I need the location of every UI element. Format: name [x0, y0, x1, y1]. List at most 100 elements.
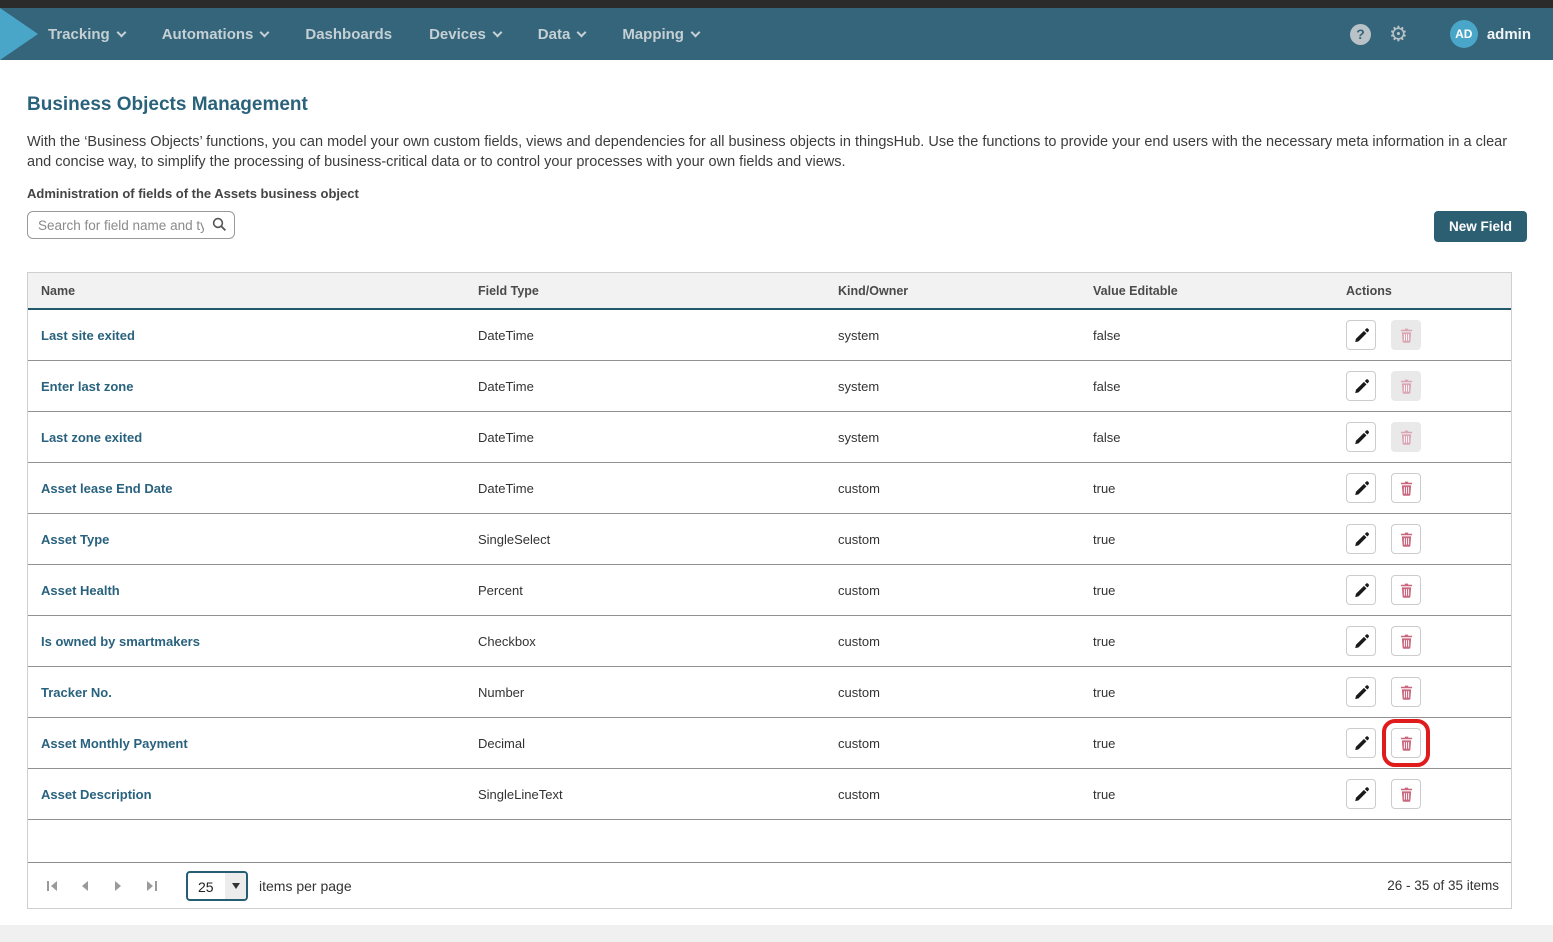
pencil-icon — [1354, 430, 1369, 445]
pencil-icon — [1354, 634, 1369, 649]
edit-button[interactable] — [1346, 779, 1376, 809]
nav-item-devices[interactable]: Devices — [429, 26, 501, 43]
last-page-button[interactable] — [139, 874, 163, 898]
field-name-link[interactable]: Is owned by smartmakers — [41, 634, 200, 649]
help-icon[interactable]: ? — [1350, 24, 1371, 45]
search-box — [27, 211, 235, 239]
pencil-icon — [1354, 736, 1369, 751]
delete-button[interactable] — [1391, 473, 1421, 503]
delete-button[interactable] — [1391, 677, 1421, 707]
edit-button[interactable] — [1346, 575, 1376, 605]
edit-button[interactable] — [1346, 677, 1376, 707]
prev-page-icon — [80, 881, 90, 891]
table-row: Last zone exited DateTime system false — [28, 412, 1511, 463]
field-type-cell: Decimal — [465, 736, 825, 751]
delete-button — [1391, 371, 1421, 401]
value-editable-cell: true — [1080, 634, 1333, 649]
table-row: Asset Monthly Payment Decimal custom tru… — [28, 718, 1511, 769]
search-icon[interactable] — [212, 217, 227, 232]
kind-owner-cell: custom — [825, 634, 1080, 649]
column-header-name: Name — [28, 284, 465, 298]
value-editable-cell: true — [1080, 481, 1333, 496]
pagination-range-label: 26 - 35 of 35 items — [1387, 878, 1499, 893]
avatar[interactable]: AD — [1450, 20, 1478, 48]
select-caret-icon — [225, 873, 246, 899]
nav-item-data[interactable]: Data — [538, 26, 586, 43]
field-name-link[interactable]: Asset lease End Date — [41, 481, 173, 496]
nav-item-automations[interactable]: Automations — [162, 26, 269, 43]
nav-item-dashboards[interactable]: Dashboards — [305, 26, 392, 43]
table-empty-space — [28, 820, 1511, 863]
field-type-cell: Number — [465, 685, 825, 700]
edit-button[interactable] — [1346, 422, 1376, 452]
pencil-icon — [1354, 328, 1369, 343]
edit-button[interactable] — [1346, 524, 1376, 554]
items-per-page-select[interactable]: 25 — [186, 871, 248, 901]
nav-item-label: Tracking — [48, 26, 110, 43]
field-type-cell: DateTime — [465, 379, 825, 394]
field-name-link[interactable]: Asset Type — [41, 532, 109, 547]
prev-page-button[interactable] — [73, 874, 97, 898]
actions-cell — [1333, 779, 1511, 809]
edit-button[interactable] — [1346, 371, 1376, 401]
new-field-button[interactable]: New Field — [1434, 211, 1527, 242]
field-type-cell: Percent — [465, 583, 825, 598]
main-content: Business Objects Management With the ‘Bu… — [0, 60, 1553, 925]
actions-cell — [1333, 728, 1511, 758]
trash-icon — [1400, 634, 1413, 649]
table-row: Tracker No. Number custom true — [28, 667, 1511, 718]
chevron-down-icon — [691, 27, 701, 37]
field-name-link[interactable]: Asset Health — [41, 583, 120, 598]
delete-button[interactable] — [1391, 728, 1421, 758]
value-editable-cell: false — [1080, 430, 1333, 445]
nav-item-label: Mapping — [622, 26, 684, 43]
field-type-cell: DateTime — [465, 481, 825, 496]
nav-menu: Tracking Automations Dashboards Devices … — [48, 26, 699, 43]
delete-button[interactable] — [1391, 575, 1421, 605]
gear-icon[interactable]: ⚙ — [1389, 24, 1408, 45]
value-editable-cell: false — [1080, 328, 1333, 343]
delete-button[interactable] — [1391, 626, 1421, 656]
edit-button[interactable] — [1346, 473, 1376, 503]
table-row: Asset Health Percent custom true — [28, 565, 1511, 616]
field-name-link[interactable]: Enter last zone — [41, 379, 133, 394]
edit-button[interactable] — [1346, 728, 1376, 758]
field-name-link[interactable]: Tracker No. — [41, 685, 112, 700]
items-per-page-label: items per page — [259, 878, 352, 894]
delete-button[interactable] — [1391, 524, 1421, 554]
last-page-icon — [146, 881, 157, 891]
actions-cell — [1333, 575, 1511, 605]
table-row: Last site exited DateTime system false — [28, 310, 1511, 361]
edit-button[interactable] — [1346, 626, 1376, 656]
value-editable-cell: true — [1080, 685, 1333, 700]
kind-owner-cell: custom — [825, 532, 1080, 547]
field-name-link[interactable]: Last site exited — [41, 328, 135, 343]
column-header-value-editable: Value Editable — [1080, 284, 1333, 298]
edit-button[interactable] — [1346, 320, 1376, 350]
field-name-link[interactable]: Asset Description — [41, 787, 152, 802]
next-page-button[interactable] — [106, 874, 130, 898]
nav-item-mapping[interactable]: Mapping — [622, 26, 699, 43]
first-page-button[interactable] — [40, 874, 64, 898]
kind-owner-cell: system — [825, 379, 1080, 394]
value-editable-cell: false — [1080, 379, 1333, 394]
kind-owner-cell: custom — [825, 787, 1080, 802]
pagination-bar: 25 items per page 26 - 35 of 35 items — [28, 863, 1511, 908]
trash-icon — [1400, 379, 1413, 394]
trash-icon — [1400, 583, 1413, 598]
delete-button[interactable] — [1391, 779, 1421, 809]
pencil-icon — [1354, 685, 1369, 700]
nav-item-label: Devices — [429, 26, 486, 43]
field-name-link[interactable]: Asset Monthly Payment — [41, 736, 188, 751]
field-type-cell: DateTime — [465, 430, 825, 445]
field-name-link[interactable]: Last zone exited — [41, 430, 142, 445]
table-row: Is owned by smartmakers Checkbox custom … — [28, 616, 1511, 667]
nav-item-tracking[interactable]: Tracking — [48, 26, 125, 43]
trash-icon — [1400, 787, 1413, 802]
search-input[interactable] — [27, 211, 235, 239]
table-row: Asset Type SingleSelect custom true — [28, 514, 1511, 565]
kind-owner-cell: custom — [825, 583, 1080, 598]
pencil-icon — [1354, 532, 1369, 547]
column-header-actions: Actions — [1333, 284, 1511, 298]
next-page-icon — [113, 881, 123, 891]
